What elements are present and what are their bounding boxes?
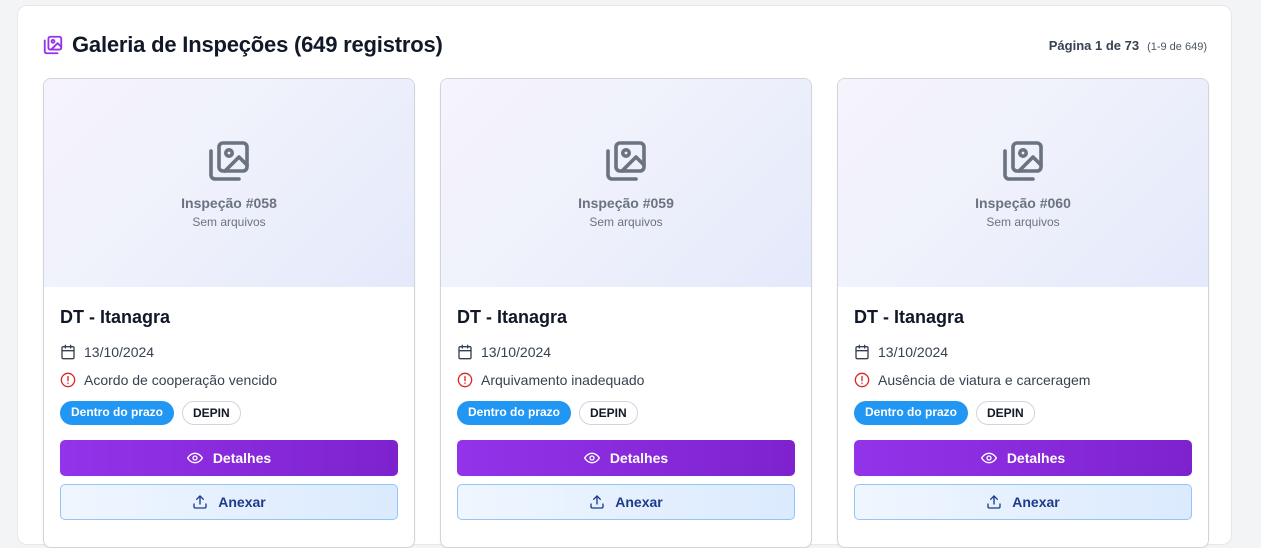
inspection-cards-grid: Inspeção #058 Sem arquivos DT - Itanagra… [43, 78, 1209, 548]
issue-text: Acordo de cooperação vencido [84, 372, 278, 388]
org-badge: DEPIN [976, 401, 1035, 425]
details-label: Detalhes [609, 450, 669, 466]
pagination-info: Página 1 de 73 (1-9 de 649) [1049, 38, 1207, 53]
details-button[interactable]: Detalhes [60, 440, 398, 476]
inspection-date: 13/10/2024 [878, 344, 949, 360]
thumbnail-title: Inspeção #060 [975, 195, 1071, 211]
image-placeholder-icon [999, 137, 1047, 185]
details-label: Detalhes [212, 450, 272, 466]
inspection-date: 13/10/2024 [481, 344, 552, 360]
inspections-gallery-panel: Galeria de Inspeções (649 registros) Pág… [17, 5, 1232, 548]
alert-circle-icon [854, 372, 870, 388]
issue-text: Arquivamento inadequado [481, 372, 645, 388]
unit-name: DT - Itanagra [854, 307, 965, 327]
details-button[interactable]: Detalhes [854, 440, 1192, 476]
thumbnail-subtitle: Sem arquivos [192, 215, 266, 229]
attach-button[interactable]: Anexar [60, 484, 398, 520]
alert-circle-icon [60, 372, 76, 388]
gallery-title: Galeria de Inspeções (649 registros) [72, 32, 443, 57]
attach-label: Anexar [218, 494, 266, 510]
upload-icon [986, 494, 1002, 510]
calendar-icon [854, 344, 870, 360]
inspection-card: Inspeção #059 Sem arquivos DT - Itanagra… [440, 78, 812, 548]
thumbnail-title: Inspeção #059 [578, 195, 674, 211]
thumbnail-subtitle: Sem arquivos [589, 215, 663, 229]
badges: Dentro do prazo DEPIN [457, 401, 795, 425]
badges: Dentro do prazo DEPIN [60, 401, 398, 425]
inspection-date: 13/10/2024 [84, 344, 155, 360]
gallery-header: Galeria de Inspeções (649 registros) Pág… [42, 30, 1207, 60]
image-placeholder-icon [602, 137, 650, 185]
attach-button[interactable]: Anexar [854, 484, 1192, 520]
unit-name: DT - Itanagra [457, 307, 568, 327]
attach-label: Anexar [1012, 494, 1060, 510]
upload-icon [192, 494, 208, 510]
upload-icon [589, 494, 605, 510]
issue-row: Acordo de cooperação vencido [60, 371, 398, 389]
inspection-card: Inspeção #060 Sem arquivos DT - Itanagra… [837, 78, 1209, 548]
attach-label: Anexar [615, 494, 663, 510]
inspection-thumbnail: Inspeção #059 Sem arquivos [441, 79, 811, 287]
inspection-thumbnail: Inspeção #060 Sem arquivos [838, 79, 1208, 287]
badges: Dentro do prazo DEPIN [854, 401, 1192, 425]
card-body: DT - Itanagra 13/10/2024 Arquivamento in… [441, 287, 811, 520]
date-row: 13/10/2024 [854, 343, 1192, 361]
date-row: 13/10/2024 [457, 343, 795, 361]
gallery-title-wrap: Galeria de Inspeções (649 registros) [42, 32, 443, 58]
thumbnail-subtitle: Sem arquivos [986, 215, 1060, 229]
issue-row: Arquivamento inadequado [457, 371, 795, 389]
status-badge: Dentro do prazo [854, 401, 968, 425]
page-label: Página 1 de 73 [1048, 37, 1140, 53]
card-body: DT - Itanagra 13/10/2024 Acordo de coope… [44, 287, 414, 520]
date-row: 13/10/2024 [60, 343, 398, 361]
issue-text: Ausência de viatura e carceragem [878, 372, 1091, 388]
inspection-card: Inspeção #058 Sem arquivos DT - Itanagra… [43, 78, 415, 548]
details-label: Detalhes [1006, 450, 1066, 466]
eye-icon [980, 450, 997, 466]
eye-icon [583, 450, 600, 466]
eye-icon [186, 450, 203, 466]
org-badge: DEPIN [182, 401, 241, 425]
unit-name: DT - Itanagra [60, 307, 171, 327]
image-placeholder-icon [205, 137, 253, 185]
attach-button[interactable]: Anexar [457, 484, 795, 520]
calendar-icon [457, 344, 473, 360]
org-badge: DEPIN [579, 401, 638, 425]
thumbnail-title: Inspeção #058 [181, 195, 277, 211]
inspection-thumbnail: Inspeção #058 Sem arquivos [44, 79, 414, 287]
issue-row: Ausência de viatura e carceragem [854, 371, 1192, 389]
calendar-icon [60, 344, 76, 360]
image-gallery-icon [42, 34, 64, 56]
details-button[interactable]: Detalhes [457, 440, 795, 476]
status-badge: Dentro do prazo [457, 401, 571, 425]
card-body: DT - Itanagra 13/10/2024 Ausência de via… [838, 287, 1208, 520]
status-badge: Dentro do prazo [60, 401, 174, 425]
range-label: (1-9 de 649) [1147, 40, 1207, 53]
alert-circle-icon [457, 372, 473, 388]
